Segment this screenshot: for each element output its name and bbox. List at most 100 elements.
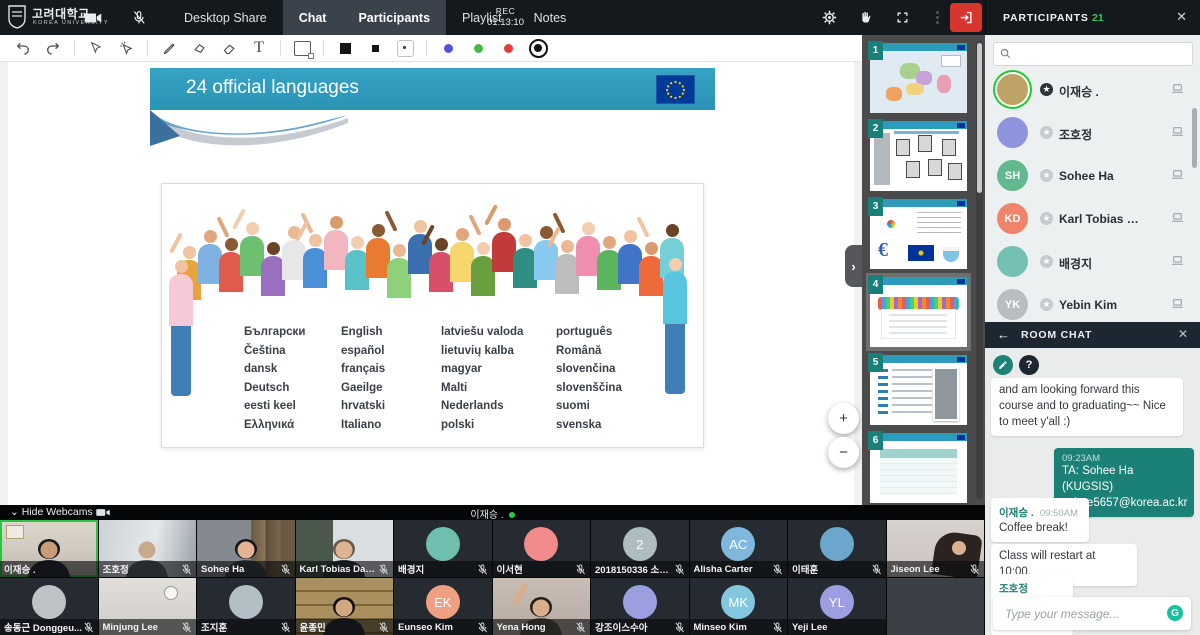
webcam-participant-name: Karl Tobias Dahl... — [300, 564, 379, 575]
webcam-tile[interactable]: AC Alisha Carter — [690, 520, 788, 577]
presenter-hand-icon[interactable] — [852, 0, 878, 35]
webcam-tile[interactable]: 조호정 — [99, 520, 197, 577]
recording-indicator: REC 01:13:10 — [487, 5, 524, 29]
undo-icon[interactable] — [10, 37, 36, 59]
laser-pointer-icon[interactable] — [113, 37, 139, 59]
mic-muted-icon — [378, 564, 389, 575]
settings-gear-icon[interactable] — [816, 0, 842, 35]
shape-icon[interactable] — [186, 37, 212, 59]
webcam-strip: ⌄ Hide Webcams 이재승 . 이재승 . 조호정 Sohee Ha … — [0, 505, 985, 635]
search-input[interactable] — [1018, 44, 1190, 64]
slide-thumbnail-1[interactable]: 1 — [870, 43, 967, 113]
mic-muted-icon — [674, 622, 685, 633]
camera-icon[interactable] — [80, 0, 106, 35]
participant-search[interactable] — [993, 42, 1193, 66]
participant-row[interactable]: ★ 조호정 — [985, 111, 1200, 154]
participant-row[interactable]: ★ 이재승 . — [985, 68, 1200, 111]
webcam-tile[interactable]: MK Minseo Kim — [690, 578, 788, 635]
language-item: Română — [556, 342, 622, 361]
webcam-name-bar: 조호정 — [99, 561, 197, 577]
language-item: Malti — [441, 379, 523, 398]
participant-row[interactable]: KD ★ Karl Tobias Dahl... — [985, 197, 1200, 240]
more-kebab-icon[interactable] — [924, 0, 950, 35]
slide-thumbnail-2[interactable]: 2 — [870, 121, 967, 191]
stroke-small-icon[interactable] — [362, 37, 388, 59]
rectangle-tool-icon[interactable] — [289, 37, 315, 59]
room-chat-header: ← ROOM CHAT ✕ — [985, 322, 1200, 348]
tab-chat[interactable]: Chat — [283, 0, 343, 35]
slide-thumbnail-6[interactable]: 6 — [870, 433, 967, 503]
webcam-tile[interactable]: Karl Tobias Dahl... — [296, 520, 394, 577]
text-tool-icon[interactable]: T — [246, 37, 272, 59]
slide-header: 24 official languages — [150, 68, 715, 110]
fullscreen-icon[interactable] — [889, 0, 915, 35]
webcam-tile[interactable]: EK Eunseo Kim — [394, 578, 492, 635]
webcam-tile[interactable]: 2 2018150336 소자정 — [591, 520, 689, 577]
stroke-large-icon[interactable] — [332, 37, 358, 59]
slide-thumbnails-panel: 1 2 € 3 4 5 6 — [862, 35, 985, 505]
redo-icon[interactable] — [40, 37, 66, 59]
webcam-tile[interactable]: Sohee Ha — [197, 520, 295, 577]
app-window: 고려대학교 KOREA UNIVERSITY Desktop ShareChat… — [0, 0, 1200, 635]
webcam-tile[interactable]: 배경지 — [394, 520, 492, 577]
webcam-avatar — [426, 527, 460, 561]
webcam-name-bar: 이재승 . — [0, 561, 98, 577]
color-purple-swatch[interactable] — [435, 37, 461, 59]
slide-thumbnail-4[interactable]: 4 — [870, 277, 967, 347]
chat-compose-icon[interactable] — [993, 355, 1013, 375]
slide-title: 24 official languages — [186, 77, 359, 99]
chat-message-input[interactable] — [1003, 604, 1157, 624]
thumbnail-number: 3 — [868, 197, 883, 216]
color-green-swatch[interactable] — [465, 37, 491, 59]
stroke-custom-icon[interactable] — [392, 37, 418, 59]
webcam-tile[interactable]: 송동근 Donggeu... — [0, 578, 98, 635]
participant-row[interactable]: YK ★ Yebin Kim — [985, 283, 1200, 322]
chat-help-icon[interactable]: ? — [1019, 355, 1039, 375]
webcam-tile[interactable]: Yena Hong — [493, 578, 591, 635]
mic-muted-icon — [477, 622, 488, 633]
slide-content-box: БългарскиČeštinadanskDeutscheesti keelΕλ… — [161, 183, 704, 448]
mic-muted-icon — [181, 622, 192, 633]
webcam-name-bar: Alisha Carter — [690, 561, 788, 577]
webcam-tile[interactable]: 이재승 . — [0, 520, 98, 577]
leave-room-button[interactable] — [950, 3, 982, 32]
webcam-name-bar: Jiseon Lee — [887, 561, 985, 577]
webcam-tile[interactable]: 조지훈 — [197, 578, 295, 635]
chat-close-icon[interactable]: ✕ — [1178, 327, 1188, 341]
tab-participants[interactable]: Participants — [342, 0, 446, 35]
panel-collapse-arrow[interactable]: › — [845, 245, 862, 287]
webcam-tile[interactable]: Jiseon Lee — [887, 520, 985, 577]
webcam-tile[interactable]: 강조이스수아 — [591, 578, 689, 635]
zoom-out-button[interactable]: − — [828, 437, 859, 468]
webcam-tile[interactable]: 이서현 — [493, 520, 591, 577]
pen-icon[interactable] — [156, 37, 182, 59]
webcam-tile[interactable]: 이태훈 — [788, 520, 886, 577]
webcam-participant-name: Alisha Carter — [694, 564, 773, 575]
webcam-tile[interactable]: Minjung Lee — [99, 578, 197, 635]
chat-back-arrow-icon[interactable]: ← — [997, 327, 1010, 342]
language-item: English — [341, 323, 385, 342]
thumbnails-scrollbar[interactable] — [976, 41, 983, 499]
webcam-tile[interactable]: 윤종민 — [296, 578, 394, 635]
eraser-icon[interactable] — [216, 37, 242, 59]
slide-thumbnail-3[interactable]: € 3 — [870, 199, 967, 269]
chat-input-box[interactable]: G — [993, 597, 1191, 630]
tab-notes[interactable]: Notes — [518, 0, 583, 35]
webcam-participant-name: Eunseo Kim — [398, 622, 477, 633]
message-text: and am looking forward this course and t… — [999, 383, 1175, 431]
zoom-in-button[interactable]: + — [828, 403, 859, 434]
cursor-icon[interactable] — [83, 37, 109, 59]
whiteboard-canvas[interactable]: 24 official languages БългарскиČeštinada… — [0, 62, 862, 505]
participants-close-icon[interactable]: ✕ — [1176, 9, 1187, 25]
webcam-participant-name: 조호정 — [103, 562, 182, 576]
webcam-participant-name: 이서현 — [497, 562, 576, 576]
webcam-tile[interactable]: YL Yeji Lee — [788, 578, 886, 635]
mic-muted-icon[interactable] — [126, 0, 152, 35]
color-red-swatch[interactable] — [495, 37, 521, 59]
participant-row[interactable]: ★ 배경지 — [985, 240, 1200, 283]
color-black-selected[interactable] — [525, 37, 551, 59]
slide-thumbnail-5[interactable]: 5 — [870, 355, 967, 425]
webcam-name-bar: 조지훈 — [197, 619, 295, 635]
tab-desktop-share[interactable]: Desktop Share — [168, 0, 283, 35]
participant-row[interactable]: SH ★ Sohee Ha — [985, 154, 1200, 197]
